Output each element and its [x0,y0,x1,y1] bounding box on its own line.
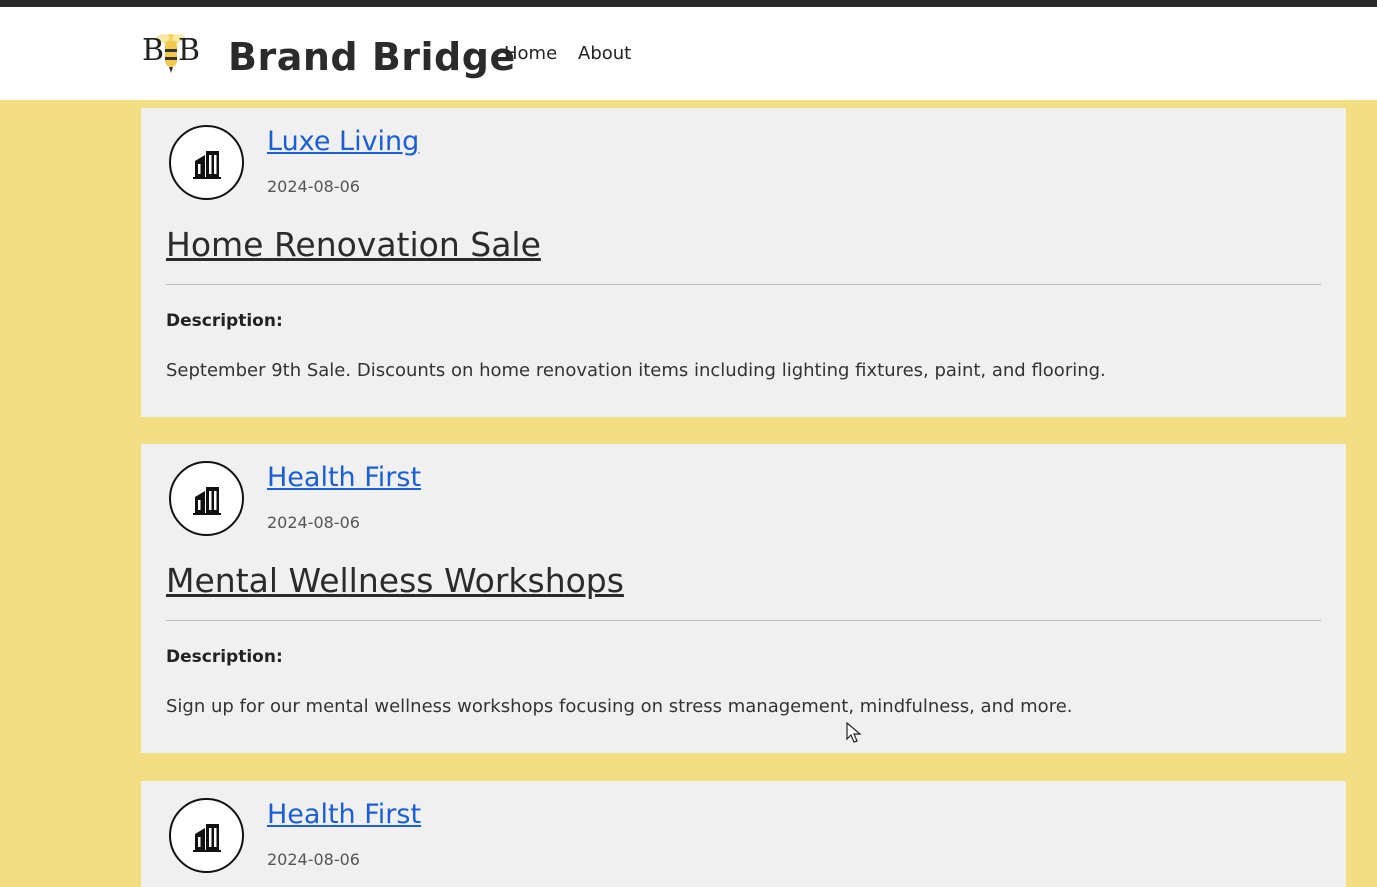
post-date: 2024-08-06 [267,850,360,869]
bee-logo-icon[interactable]: B B [142,27,200,77]
building-icon [192,150,221,179]
description-text: Sign up for our mental wellness workshop… [166,696,1073,717]
post-card: Luxe Living 2024-08-06 Home Renovation S… [141,108,1346,417]
svg-text:B: B [178,33,200,68]
brand-title[interactable]: Brand Bridge [228,35,516,79]
window-top-strip [0,0,1377,7]
company-avatar[interactable] [169,798,244,873]
company-avatar[interactable] [169,125,244,200]
company-link[interactable]: Health First [267,462,421,493]
nav-about-link[interactable]: About [578,43,631,64]
post-card: Health First 2024-08-06 [141,781,1346,887]
company-link[interactable]: Health First [267,799,421,830]
navbar: B B Brand Bridge Home About [0,7,1377,100]
building-icon [192,486,221,515]
company-avatar[interactable] [169,461,244,536]
post-date: 2024-08-06 [267,177,360,196]
post-title-link[interactable]: Mental Wellness Workshops [166,561,624,600]
post-card: Health First 2024-08-06 Mental Wellness … [141,444,1346,753]
description-label: Description: [166,311,283,331]
divider [166,620,1321,621]
svg-text:B: B [142,33,164,68]
company-link[interactable]: Luxe Living [267,126,419,157]
building-icon [192,823,221,852]
divider [166,284,1321,285]
mouse-cursor-icon [846,722,862,743]
description-text: September 9th Sale. Discounts on home re… [166,360,1106,381]
post-date: 2024-08-06 [267,513,360,532]
post-title-link[interactable]: Home Renovation Sale [166,225,541,264]
nav-home-link[interactable]: Home [504,43,557,64]
description-label: Description: [166,647,283,667]
